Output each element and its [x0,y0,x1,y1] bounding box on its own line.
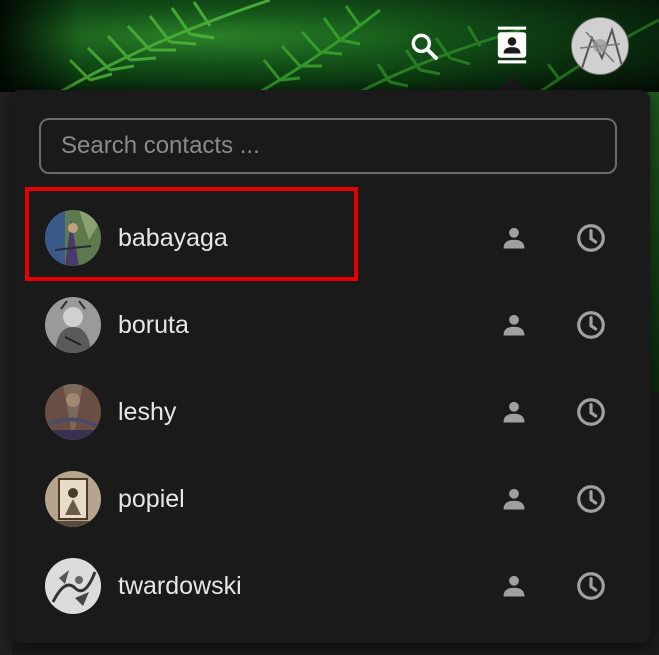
profile-icon [503,314,525,336]
contact-row-twardowski[interactable]: twardowski [30,546,640,626]
app-window: babayaga [0,0,659,655]
user-avatar[interactable] [571,17,629,75]
header-background [0,0,659,92]
contact-name: babayaga [118,224,228,252]
history-icon [577,311,605,339]
contacts-icon [497,26,527,64]
history-icon [577,398,605,426]
view-profile-button[interactable] [498,483,530,515]
contacts-dropdown-panel: babayaga [10,90,650,643]
history-icon [577,224,605,252]
view-history-button[interactable] [575,309,607,341]
contact-avatar [45,384,101,440]
history-icon [577,485,605,513]
contact-row-boruta[interactable]: boruta [30,285,640,365]
contact-avatar [45,210,101,266]
search-contacts-input[interactable] [39,118,617,174]
contact-name: boruta [118,311,189,339]
view-profile-button[interactable] [498,222,530,254]
profile-icon [503,575,525,597]
profile-icon [503,488,525,510]
view-history-button[interactable] [575,570,607,602]
contact-avatar [45,297,101,353]
contact-avatar [45,471,101,527]
view-history-button[interactable] [575,222,607,254]
contact-name: popiel [118,485,185,513]
profile-icon [503,227,525,249]
history-icon [577,572,605,600]
contact-row-leshy[interactable]: leshy [30,372,640,452]
profile-icon [503,401,525,423]
contact-name: twardowski [118,572,242,600]
dropdown-caret [498,76,526,90]
view-profile-button[interactable] [498,309,530,341]
search-icon [411,33,438,60]
contact-name: leshy [118,398,177,426]
contacts-button[interactable] [490,22,534,68]
view-history-button[interactable] [575,483,607,515]
contact-row-popiel[interactable]: popiel [30,459,640,539]
view-profile-button[interactable] [498,396,530,428]
view-profile-button[interactable] [498,570,530,602]
search-button[interactable] [404,26,444,66]
view-history-button[interactable] [575,396,607,428]
avatar-image [572,18,628,74]
contact-avatar [45,558,101,614]
contact-row-babayaga[interactable]: babayaga [30,198,640,278]
